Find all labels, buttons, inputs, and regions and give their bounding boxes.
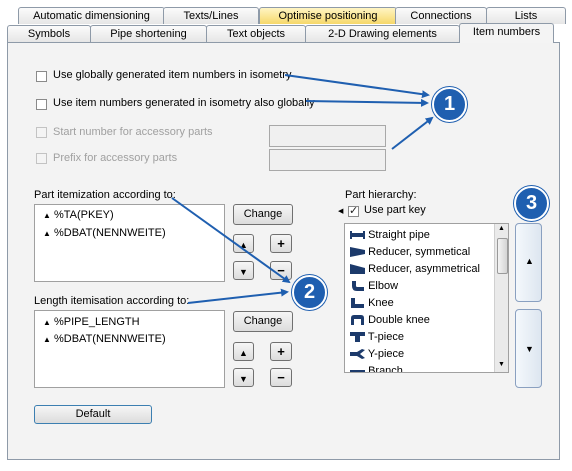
callout-arrows [171,74,434,304]
callout-badge-1: 1 [432,87,467,122]
callout-arrow-2a [171,197,291,284]
callout-badge-3: 3 [514,186,549,221]
callout-badge-2: 2 [292,275,327,310]
callout-arrow-1c [391,116,434,150]
callout-arrow-1a [284,74,430,99]
callout-arrow-2b [187,288,289,304]
callout-arrow-1b [305,98,429,107]
